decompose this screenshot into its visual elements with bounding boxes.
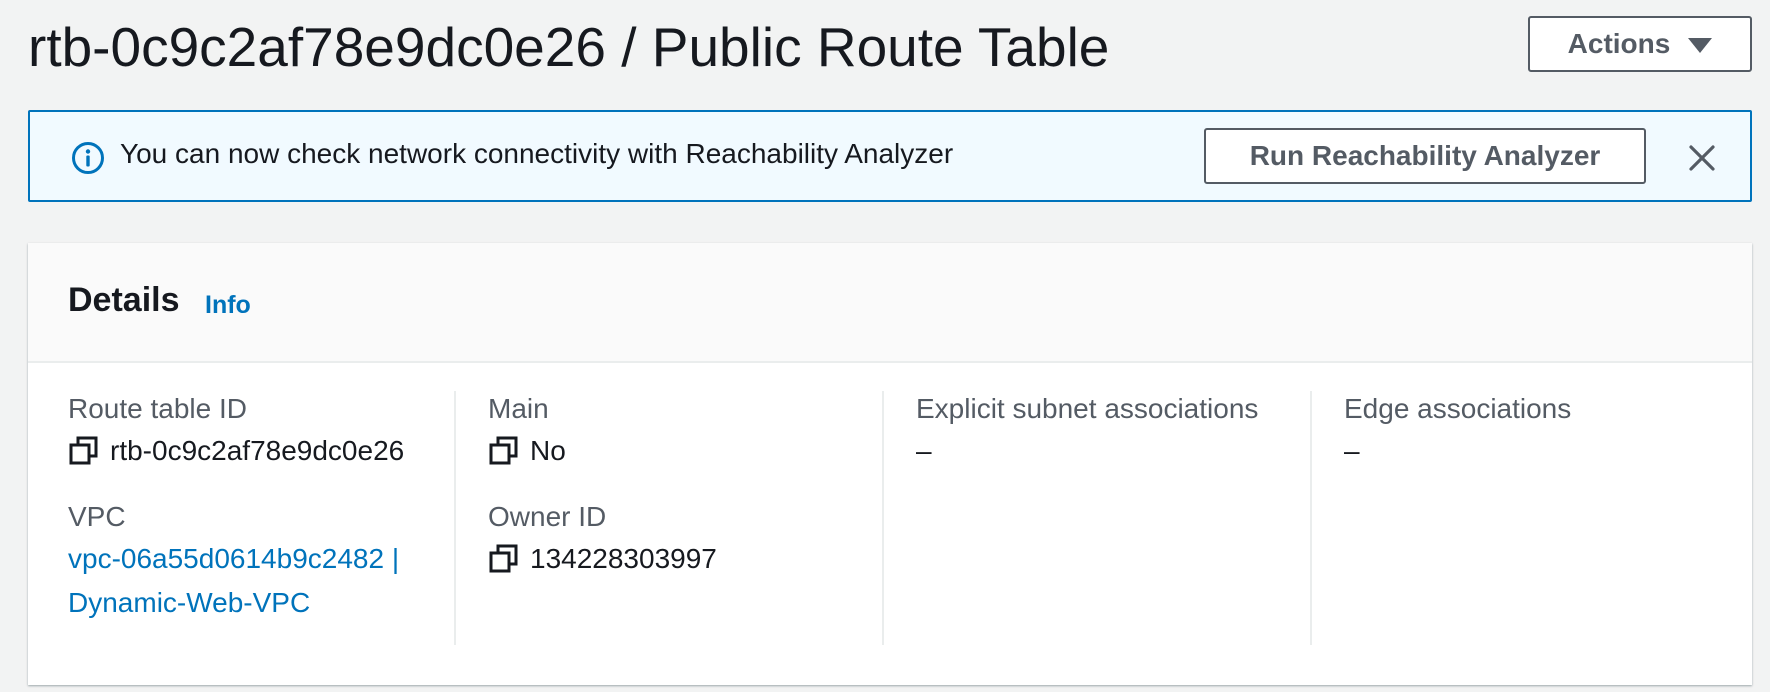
route-table-id-value: rtb-0c9c2af78e9dc0e26 bbox=[110, 435, 405, 466]
route-table-id-label: Route table ID bbox=[68, 393, 247, 424]
copy-icon[interactable] bbox=[488, 435, 520, 467]
route-table-id-field: Route table ID rtb-0c9c2af78e9dc0e26 bbox=[68, 391, 404, 469]
details-columns: Route table ID rtb-0c9c2af78e9dc0e26 VPC… bbox=[28, 391, 1752, 645]
vpc-label: VPC bbox=[68, 501, 126, 532]
vpc-link[interactable]: vpc-06a55d0614b9c2482 | Dynamic-Web-VPC bbox=[68, 537, 428, 625]
actions-button-label: Actions bbox=[1567, 28, 1671, 59]
main-value: No bbox=[530, 435, 566, 466]
copy-icon[interactable] bbox=[68, 435, 100, 467]
owner-id-field: Owner ID 134228303997 bbox=[488, 499, 717, 577]
main-label: Main bbox=[488, 393, 549, 424]
actions-button[interactable]: Actions bbox=[1528, 16, 1752, 72]
details-column-3: Explicit subnet associations – bbox=[884, 391, 1312, 645]
caret-down-icon bbox=[1688, 37, 1713, 53]
details-column-2: Main No Owner ID 134228303997 bbox=[456, 391, 884, 645]
flash-message: You can now check network connectivity w… bbox=[120, 138, 954, 169]
edge-associations-value: – bbox=[1344, 435, 1360, 466]
details-column-4: Edge associations – bbox=[1312, 391, 1740, 645]
page-title: rtb-0c9c2af78e9dc0e26 / Public Route Tab… bbox=[28, 16, 1110, 78]
copy-icon[interactable] bbox=[488, 543, 520, 575]
owner-id-label: Owner ID bbox=[488, 501, 607, 532]
route-table-id-value-row: rtb-0c9c2af78e9dc0e26 bbox=[68, 433, 404, 469]
main-value-row: No bbox=[488, 433, 566, 469]
run-reachability-analyzer-button[interactable]: Run Reachability Analyzer bbox=[1204, 128, 1646, 184]
owner-id-value: 134228303997 bbox=[530, 543, 717, 574]
owner-id-value-row: 134228303997 bbox=[488, 541, 717, 577]
vpc-field: VPC vpc-06a55d0614b9c2482 | Dynamic-Web-… bbox=[68, 499, 428, 625]
info-circle-icon bbox=[72, 142, 104, 174]
details-column-1: Route table ID rtb-0c9c2af78e9dc0e26 VPC… bbox=[28, 391, 456, 645]
explicit-subnet-associations-value: – bbox=[916, 435, 932, 466]
explicit-subnet-associations-field: Explicit subnet associations – bbox=[916, 391, 1258, 469]
info-link[interactable]: Info bbox=[205, 291, 251, 320]
close-icon[interactable] bbox=[1682, 138, 1722, 178]
details-panel-header: Details Info bbox=[28, 243, 1752, 363]
details-title: Details bbox=[68, 281, 180, 319]
edge-associations-label: Edge associations bbox=[1344, 393, 1572, 424]
reachability-analyzer-flashbar: You can now check network connectivity w… bbox=[28, 110, 1752, 202]
edge-associations-field: Edge associations – bbox=[1344, 391, 1571, 469]
page-header: rtb-0c9c2af78e9dc0e26 / Public Route Tab… bbox=[28, 10, 1752, 80]
main-field: Main No bbox=[488, 391, 566, 469]
explicit-subnet-associations-label: Explicit subnet associations bbox=[916, 393, 1259, 424]
details-panel: Details Info Route table ID rtb-0c9c2af7… bbox=[28, 243, 1752, 685]
